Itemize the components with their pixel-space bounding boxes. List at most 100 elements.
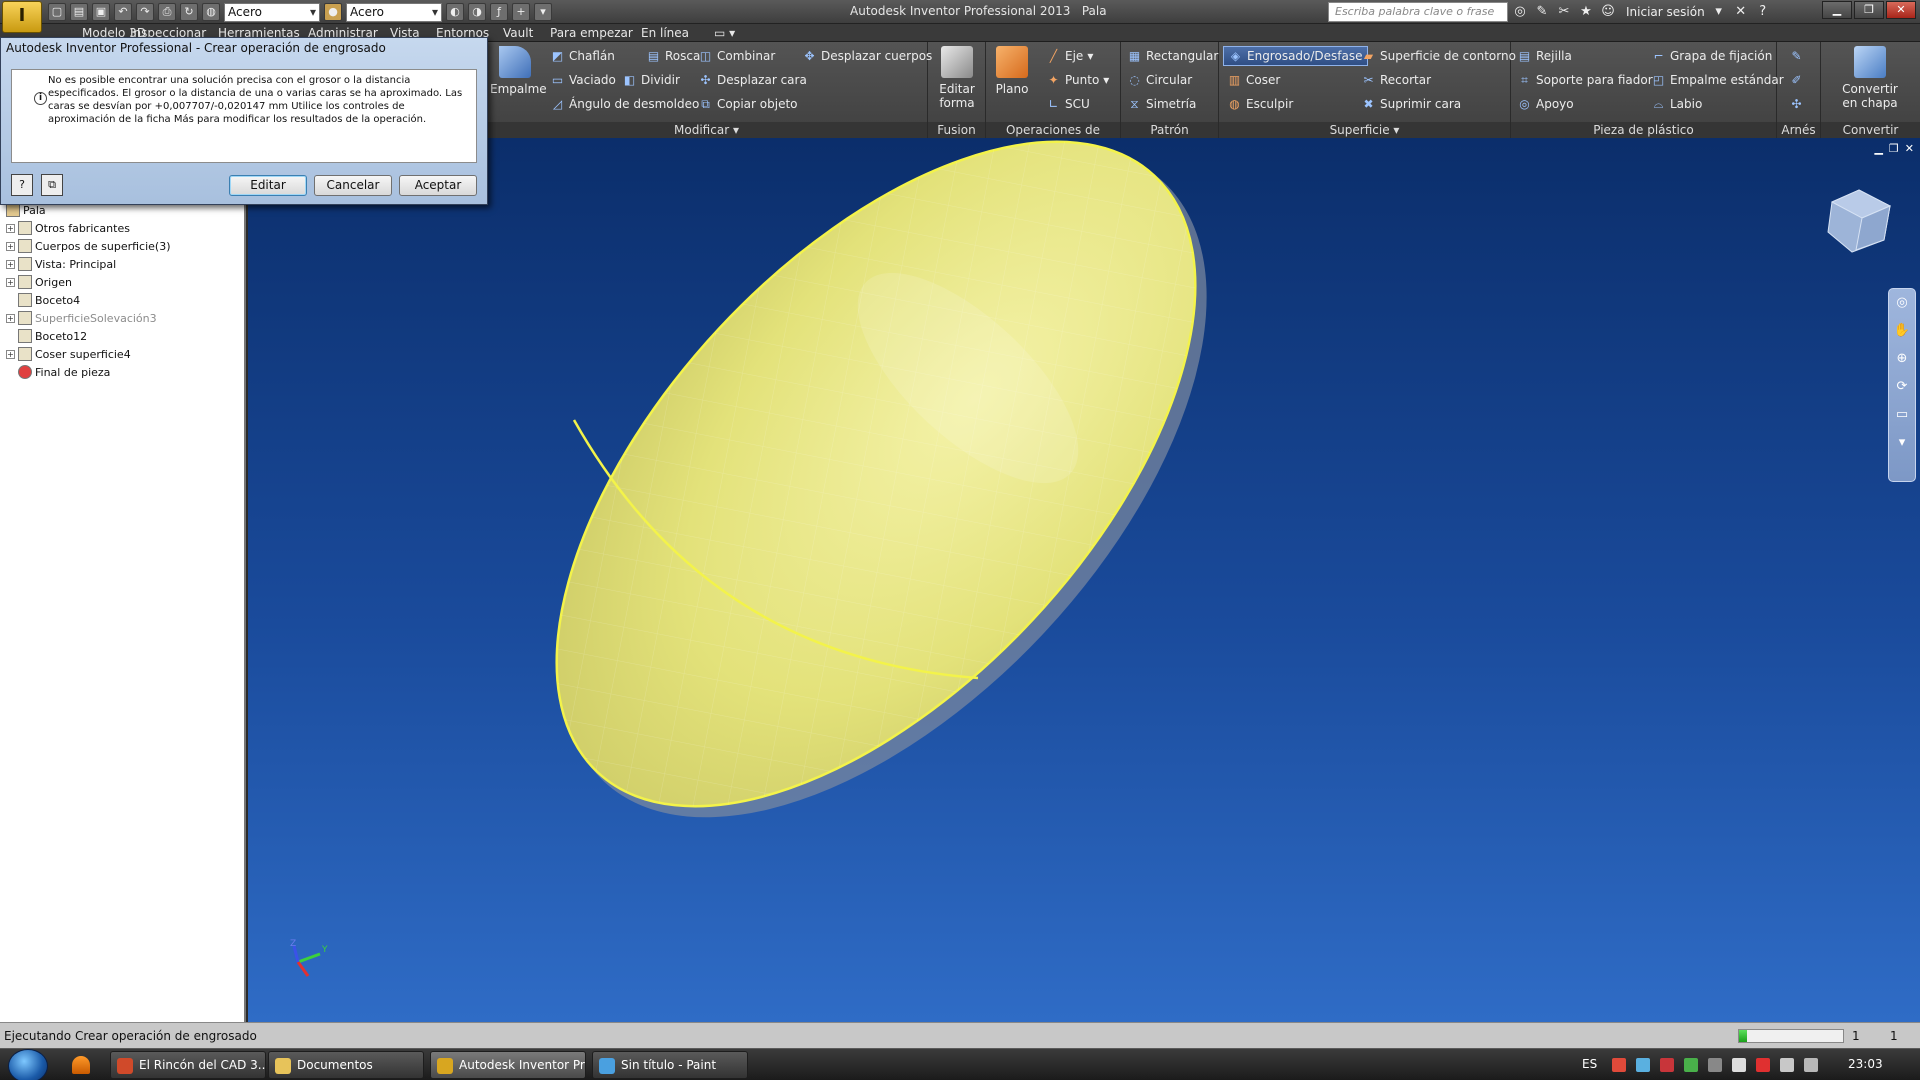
vaciado-button[interactable]: ▭ Vaciado [550, 70, 616, 90]
taskbar-item[interactable]: Autodesk Inventor Pr... [430, 1051, 586, 1079]
network-tray-icon[interactable] [1708, 1058, 1722, 1072]
editar-forma-button[interactable]: Editar forma [930, 46, 984, 110]
exchange-icon[interactable]: ✕ [1733, 4, 1749, 20]
browser-node[interactable]: + Otros fabricantes [6, 219, 130, 237]
simetria-button[interactable]: ⧖ Simetría [1127, 94, 1196, 114]
minimize-button[interactable]: ▁ [1822, 1, 1852, 19]
engrosado-desfase-button[interactable]: ◈ Engrosado/Desfase [1223, 46, 1368, 66]
parameters-icon[interactable]: ƒ [490, 3, 508, 21]
tray-icon-2[interactable] [1636, 1058, 1650, 1072]
taskbar-item[interactable]: El Rincón del CAD 3... [110, 1051, 266, 1079]
expand-icon[interactable]: + [6, 277, 15, 287]
grapa-fijacion-button[interactable]: ⌐ Grapa de fijación [1651, 46, 1772, 66]
copy-icon[interactable]: ⧉ [41, 174, 63, 196]
start-button[interactable] [8, 1049, 48, 1080]
clock[interactable]: 23:03 [1848, 1057, 1883, 1071]
apoyo-button[interactable]: ◎ Apoyo [1517, 94, 1573, 114]
rectangular-button[interactable]: ▦ Rectangular [1127, 46, 1218, 66]
tab-para-empezar[interactable]: Para empezar [550, 24, 633, 42]
browser-node[interactable]: Boceto4 [6, 291, 80, 309]
material-select[interactable]: Acero [224, 2, 320, 22]
redo-icon[interactable]: ↷ [136, 3, 154, 21]
help-icon[interactable]: ? [1755, 4, 1771, 20]
wrench-icon[interactable]: ✂ [1556, 4, 1572, 20]
tab-vault[interactable]: Vault [503, 24, 533, 42]
browser-node[interactable]: + Origen [6, 273, 72, 291]
punto-button[interactable]: ✦ Punto ▾ [1046, 70, 1109, 90]
browser-node[interactable]: + Coser superficie4 [6, 345, 131, 363]
dropdown-icon[interactable]: ▾ [1711, 4, 1727, 20]
convertir-chapa-button[interactable]: Convertir en chapa [1823, 46, 1917, 110]
update-icon[interactable]: ↻ [180, 3, 198, 21]
tray-icon-3[interactable] [1660, 1058, 1674, 1072]
favorites-icon[interactable]: ★ [1578, 4, 1594, 20]
help-icon[interactable]: ? [11, 174, 33, 196]
browser-node[interactable]: Boceto12 [6, 327, 87, 345]
accept-button[interactable]: Aceptar [399, 175, 477, 196]
plano-button[interactable]: Plano [990, 46, 1034, 96]
ribbon-options-icon[interactable]: ▭ ▾ [714, 24, 735, 42]
circular-button[interactable]: ◌ Circular [1127, 70, 1192, 90]
tools-icon[interactable]: ✎ [1534, 4, 1550, 20]
browser-node[interactable]: + Cuerpos de superficie(3) [6, 237, 171, 255]
browser-node[interactable]: + Vista: Principal [6, 255, 116, 273]
expand-icon[interactable]: + [6, 223, 15, 233]
nvidia-tray-icon[interactable] [1684, 1058, 1698, 1072]
add-icon[interactable]: + [512, 3, 530, 21]
panel-label-superficie[interactable]: Superficie ▾ [1219, 122, 1510, 138]
flag-tray-icon[interactable] [1732, 1058, 1746, 1072]
sign-in-link[interactable]: Iniciar sesión [1626, 5, 1705, 19]
taskbar-item[interactable]: Documentos [268, 1051, 424, 1079]
language-indicator[interactable]: ES [1582, 1057, 1597, 1071]
soporte-fiador-button[interactable]: ⌗ Soporte para fiador [1517, 70, 1653, 90]
chaflan-button[interactable]: ◩ Chaflán [550, 46, 615, 66]
search-input[interactable]: Escriba palabra clave o frase [1328, 2, 1508, 22]
suprimir-cara-button[interactable]: ✖ Suprimir cara [1361, 94, 1461, 114]
empalme-button[interactable]: Empalme [490, 46, 547, 96]
maximize-button[interactable]: ❐ [1854, 1, 1884, 19]
tab-en-linea[interactable]: En línea [641, 24, 689, 42]
close-button[interactable]: ✕ [1886, 1, 1916, 19]
pdf-tray-icon[interactable] [1612, 1058, 1626, 1072]
scu-button[interactable]: ∟ SCU [1046, 94, 1089, 114]
expand-icon[interactable]: + [6, 259, 15, 269]
dividir-button[interactable]: ◧ Dividir [622, 70, 680, 90]
copiar-objeto-button[interactable]: ⧉ Copiar objeto [698, 94, 797, 114]
new-file-icon[interactable]: ▢ [48, 3, 66, 21]
combinar-button[interactable]: ◫ Combinar [698, 46, 775, 66]
appearance-select[interactable]: Acero [346, 2, 442, 22]
globe-icon[interactable]: ◍ [202, 3, 220, 21]
browser-node[interactable]: Final de pieza [6, 363, 110, 381]
harness-tool-1-button[interactable]: ✎ [1789, 46, 1804, 66]
angulo-desmoldeo-button[interactable]: ◿ Ángulo de desmoldeo [550, 94, 699, 114]
antivirus-tray-icon[interactable] [1756, 1058, 1770, 1072]
clear-appearance-icon[interactable]: ◑ [468, 3, 486, 21]
expand-icon[interactable]: + [6, 313, 15, 323]
user-icon[interactable]: ☺ [1600, 4, 1616, 20]
browser-node[interactable]: + SuperficieSolevación3 [6, 309, 157, 327]
part-model[interactable] [248, 138, 1920, 1022]
harness-tool-2-button[interactable]: ✐ [1789, 70, 1804, 90]
labio-button[interactable]: ⌓ Labio [1651, 94, 1703, 114]
esculpir-button[interactable]: ◍ Esculpir [1227, 94, 1293, 114]
binoculars-icon[interactable]: ◎ [1512, 4, 1528, 20]
desplazar-cuerpos-button[interactable]: ✥ Desplazar cuerpos [802, 46, 932, 66]
superficie-contorno-button[interactable]: ▰ Superficie de contorno [1361, 46, 1516, 66]
expand-icon[interactable]: + [6, 349, 15, 359]
coser-button[interactable]: ▥ Coser [1227, 70, 1280, 90]
volume-tray-icon[interactable] [1804, 1058, 1818, 1072]
vlc-icon[interactable] [72, 1056, 90, 1074]
expand-icon[interactable]: + [6, 241, 15, 251]
recortar-button[interactable]: ✂ Recortar [1361, 70, 1431, 90]
application-menu-button[interactable]: I [2, 1, 42, 33]
empalme-estandar-button[interactable]: ◰ Empalme estándar [1651, 70, 1784, 90]
safely-remove-tray-icon[interactable] [1780, 1058, 1794, 1072]
cancel-button[interactable]: Cancelar [314, 175, 392, 196]
print-icon[interactable]: ⎙ [158, 3, 176, 21]
save-icon[interactable]: ▣ [92, 3, 110, 21]
eje-button[interactable]: ╱ Eje ▾ [1046, 46, 1093, 66]
edit-button[interactable]: Editar [229, 175, 307, 196]
customize-icon[interactable]: ▾ [534, 3, 552, 21]
rejilla-button[interactable]: ▤ Rejilla [1517, 46, 1572, 66]
open-file-icon[interactable]: ▤ [70, 3, 88, 21]
